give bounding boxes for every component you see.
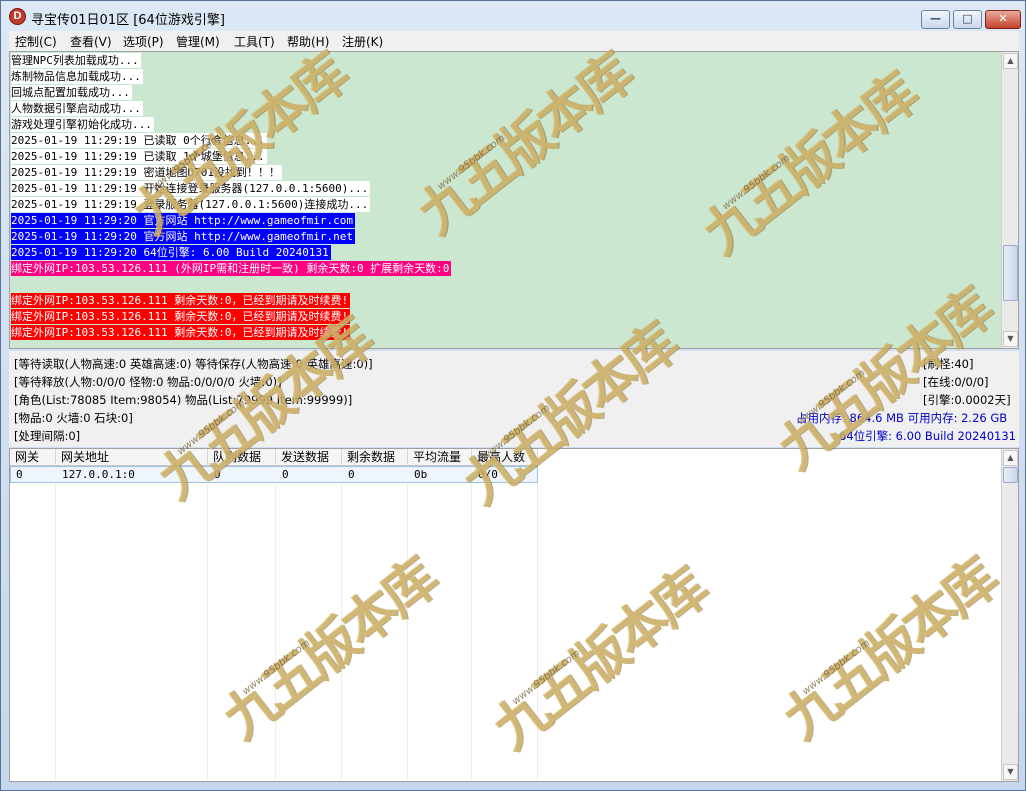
log-line: 2025-01-19 11:29:20 64位引擎: 6.00 Build 20… xyxy=(11,245,331,260)
scroll-down-arrow-icon[interactable]: ▼ xyxy=(1003,331,1018,347)
status-online: [在线:0/0/0] xyxy=(923,375,989,389)
log-line: 2025-01-19 11:29:19 已读取 1个城堡信息... xyxy=(11,149,267,164)
menu-manage[interactable]: 管理(M) xyxy=(176,33,220,50)
minimize-button[interactable]: — xyxy=(921,10,950,29)
log-line: 绑定外网IP:103.53.126.111 (外网IP需和注册时一致) 剩余天数… xyxy=(11,261,452,276)
status-memory: 占用内存: 864.6 MB 可用内存: 2.26 GB xyxy=(796,411,1008,425)
col-header-remaining-data[interactable]: 剩余数据 xyxy=(342,449,408,466)
scroll-thumb[interactable] xyxy=(1003,245,1018,301)
window-title: 寻宝传01日01区 [64位游戏引擎] xyxy=(31,13,225,28)
grid-column-line xyxy=(275,484,276,781)
menu-control[interactable]: 控制(C) xyxy=(15,33,57,50)
scroll-up-arrow-icon[interactable]: ▲ xyxy=(1003,450,1018,466)
cell-max-players: 0/0 xyxy=(478,468,498,481)
grid-column-line xyxy=(341,484,342,781)
grid-column-line xyxy=(537,484,538,781)
grid-header: 网关 网关地址 队列数据 发送数据 剩余数据 平均流量 最高人数 xyxy=(10,449,538,466)
cell-gateway: 0 xyxy=(16,468,23,481)
log-line: 2025-01-19 11:29:19 密道地图D701没找到！！！ xyxy=(11,165,282,180)
log-line: 2025-01-19 11:29:19 登录服务器(127.0.0.1:5600… xyxy=(11,197,371,212)
grid-column-line xyxy=(471,484,472,781)
table-row[interactable]: 0 127.0.0.1:0 0 0 0 0b 0/0 xyxy=(10,466,538,483)
scroll-thumb[interactable] xyxy=(1003,467,1018,483)
col-header-max-players[interactable]: 最高人数 xyxy=(472,449,538,466)
status-area: [等待读取(人物高速:0 英雄高速:0) 等待保存(人物高速:0 英雄高速:0)… xyxy=(9,351,1019,447)
cell-avg-traffic: 0b xyxy=(414,468,428,481)
close-button[interactable]: ✕ xyxy=(985,10,1021,29)
status-read-wait: [等待读取(人物高速:0 英雄高速:0) 等待保存(人物高速:0 英雄高速:0)… xyxy=(14,357,373,371)
log-line: 2025-01-19 11:29:20 官方网站 http://www.game… xyxy=(11,213,356,228)
col-header-send-data[interactable]: 发送数据 xyxy=(276,449,342,466)
app-icon[interactable]: D xyxy=(9,8,26,25)
menu-view[interactable]: 查看(V) xyxy=(70,33,112,50)
grid-column-line xyxy=(207,484,208,781)
cell-remaining-data: 0 xyxy=(348,468,355,481)
log-line: 游戏处理引擎初始化成功... xyxy=(11,117,154,132)
cell-send-data: 0 xyxy=(282,468,289,481)
col-header-gateway-address[interactable]: 网关地址 xyxy=(56,449,208,466)
menu-bar: 控制(C) 查看(V) 选项(P) 管理(M) 工具(T) 帮助(H) 注册(K… xyxy=(9,31,1019,51)
gateway-grid[interactable]: 网关 网关地址 队列数据 发送数据 剩余数据 平均流量 最高人数 0 127.0… xyxy=(9,448,1019,782)
main-window: D 寻宝传01日01区 [64位游戏引擎] — □ ✕ 控制(C) 查看(V) … xyxy=(0,0,1026,791)
col-header-avg-traffic[interactable]: 平均流量 xyxy=(408,449,472,466)
log-line: 绑定外网IP:103.53.126.111 剩余天数:0，已经到期请及时续费! xyxy=(11,325,351,340)
status-items: [物品:0 火墙:0 石块:0] xyxy=(14,411,133,425)
log-panel[interactable]: 管理NPC列表加载成功... 炼制物品信息加载成功... 回城点配置加载成功... 人… xyxy=(9,51,1019,349)
log-line: 炼制物品信息加载成功... xyxy=(11,69,143,84)
menu-options[interactable]: 选项(P) xyxy=(123,33,164,50)
maximize-button[interactable]: □ xyxy=(953,10,982,29)
grid-column-line xyxy=(407,484,408,781)
log-line: 绑定外网IP:103.53.126.111 剩余天数:0，已经到期请及时续费! xyxy=(11,309,351,324)
status-release-wait: [等待释放(人物:0/0/0 怪物:0 物品:0/0/0/0 火墙:0)] xyxy=(14,375,282,389)
title-bar[interactable]: D 寻宝传01日01区 [64位游戏引擎] — □ ✕ xyxy=(1,1,1025,31)
log-line: 管理NPC列表加载成功... xyxy=(11,53,141,68)
scroll-up-arrow-icon[interactable]: ▲ xyxy=(1003,53,1018,69)
log-line: 2025-01-19 11:29:20 官方网站 http://www.game… xyxy=(11,229,356,244)
col-header-queue-data[interactable]: 队列数据 xyxy=(208,449,276,466)
status-interval: [处理间隔:0] xyxy=(14,429,81,443)
menu-tools[interactable]: 工具(T) xyxy=(234,33,275,50)
log-scrollbar[interactable]: ▲ ▼ xyxy=(1001,52,1018,348)
log-line: 人物数据引擎启动成功... xyxy=(11,101,143,116)
status-refresh-monster: [刷怪:40] xyxy=(923,357,974,371)
status-roles: [角色(List:78085 Item:98054) 物品(List:79999… xyxy=(14,393,353,407)
log-line: 2025-01-19 11:29:19 已读取 0个行会信息... xyxy=(11,133,267,148)
menu-help[interactable]: 帮助(H) xyxy=(287,33,329,50)
cell-queue-data: 0 xyxy=(214,468,221,481)
log-line: 绑定外网IP:103.53.126.111 剩余天数:0，已经到期请及时续费! xyxy=(11,293,351,308)
grid-column-line xyxy=(55,484,56,781)
status-engine-version: 64位引擎: 6.00 Build 20240131 xyxy=(839,429,1016,443)
cell-gateway-address: 127.0.0.1:0 xyxy=(62,468,135,481)
status-engine-days: [引擎:0.0002天] xyxy=(923,393,1011,407)
scroll-down-arrow-icon[interactable]: ▼ xyxy=(1003,764,1018,780)
col-header-gateway[interactable]: 网关 xyxy=(10,449,56,466)
log-line: 回城点配置加载成功... xyxy=(11,85,132,100)
grid-scrollbar[interactable]: ▲ ▼ xyxy=(1001,449,1018,781)
menu-register[interactable]: 注册(K) xyxy=(342,33,383,50)
log-line: 2025-01-19 11:29:19 开始连接登录服务器(127.0.0.1:… xyxy=(11,181,371,196)
